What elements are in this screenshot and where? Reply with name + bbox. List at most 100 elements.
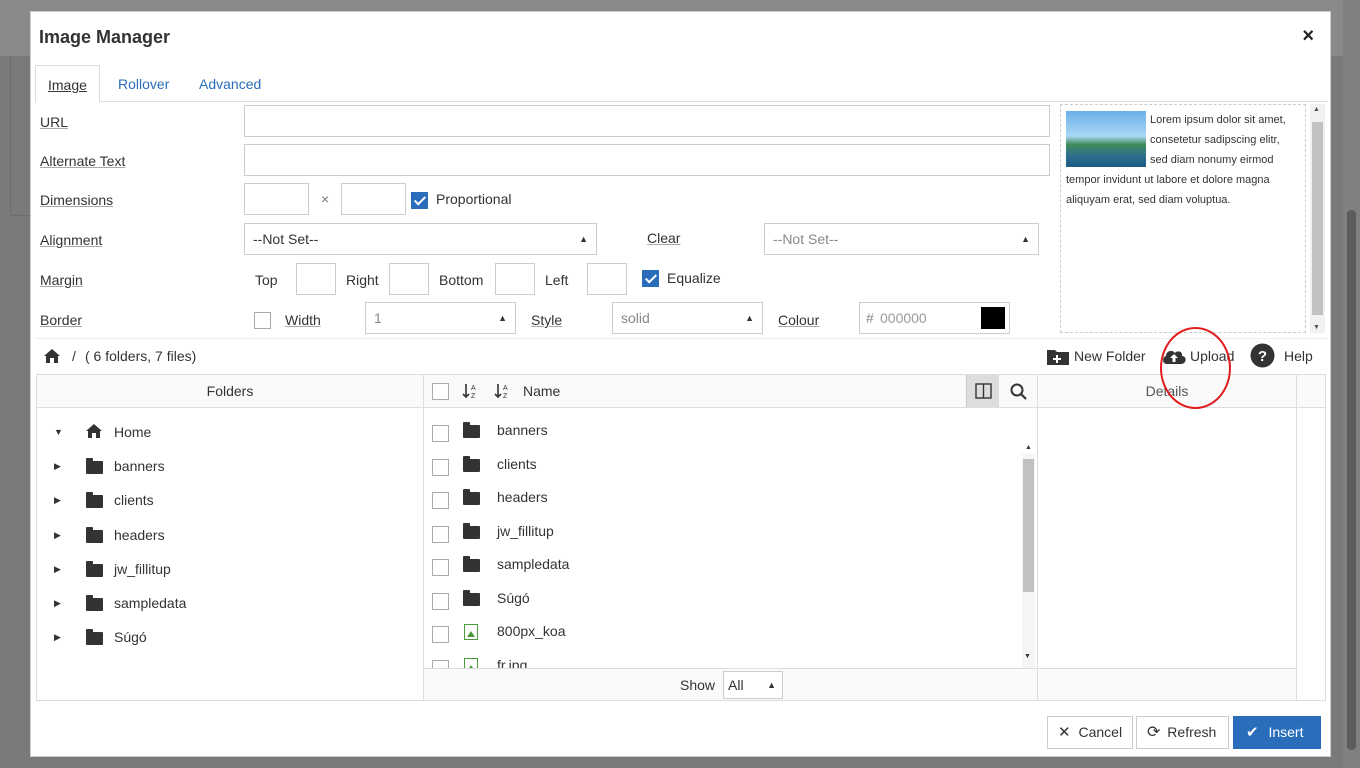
file-checkbox[interactable]: [432, 660, 449, 668]
clear-select[interactable]: --Not Set-- ▲: [764, 223, 1039, 255]
file-name: jw_fillitup: [497, 523, 554, 539]
toggle-details-button[interactable]: [966, 375, 999, 407]
file-list-scrollbar[interactable]: ▲: [1022, 444, 1035, 668]
border-style-select[interactable]: solid ▲: [612, 302, 763, 334]
file-checkbox[interactable]: [432, 626, 449, 643]
margin-label: Margin: [40, 272, 83, 288]
alignment-select[interactable]: --Not Set-- ▲: [244, 223, 597, 255]
border-colour-input[interactable]: # 000000: [859, 302, 1010, 334]
home-icon[interactable]: [43, 348, 61, 364]
image-file-icon: [464, 624, 478, 640]
page-scrollbar-thumb[interactable]: [1347, 210, 1356, 750]
margin-top-input[interactable]: [296, 263, 336, 295]
close-icon: ✕: [1058, 724, 1071, 741]
scroll-down-icon[interactable]: ▼: [1313, 324, 1320, 331]
tab-image[interactable]: Image: [35, 65, 100, 103]
border-style-label: Style: [531, 312, 563, 328]
border-style-value: solid: [621, 310, 650, 326]
cloud-upload-icon[interactable]: [1161, 346, 1187, 366]
svg-text:A: A: [471, 385, 476, 392]
file-name: 800px_koa: [497, 623, 566, 639]
file-list-scrollbar-thumb[interactable]: [1023, 459, 1034, 592]
scroll-up-icon[interactable]: ▲: [1313, 106, 1320, 113]
colour-placeholder: 000000: [880, 310, 927, 326]
folder-icon: [463, 523, 480, 539]
tab-rollover[interactable]: Rollover: [106, 65, 181, 102]
url-input[interactable]: [244, 105, 1050, 137]
close-icon[interactable]: ×: [1302, 26, 1314, 46]
alt-text-label: Alternate Text: [40, 153, 126, 169]
margin-bottom-input[interactable]: [495, 263, 535, 295]
file-checkbox[interactable]: [432, 459, 449, 476]
equalize-label: Equalize: [667, 270, 721, 286]
select-all-checkbox[interactable]: [432, 383, 449, 400]
border-width-select[interactable]: 1 ▲: [365, 302, 516, 334]
clear-value: --Not Set--: [773, 231, 839, 247]
details-header: Details: [1038, 375, 1296, 408]
folder-icon: [463, 556, 480, 572]
search-icon[interactable]: [1010, 383, 1027, 400]
refresh-button[interactable]: ⟳ Refresh: [1136, 716, 1229, 749]
sort-az-icon[interactable]: A Z: [462, 382, 480, 400]
select-arrows-icon: ▲: [1021, 234, 1030, 244]
folder-icon: [463, 456, 480, 472]
preview-scrollbar-thumb[interactable]: [1312, 122, 1323, 315]
svg-text:?: ?: [1258, 348, 1267, 365]
colour-swatch[interactable]: [981, 307, 1005, 329]
file-checkbox[interactable]: [432, 492, 449, 509]
list-item[interactable]: headers: [425, 480, 1023, 514]
preview-scrollbar[interactable]: ▲ ▼: [1310, 104, 1325, 333]
cancel-button[interactable]: ✕ Cancel: [1047, 716, 1133, 749]
file-name: headers: [497, 489, 548, 505]
sort-za-icon[interactable]: A Z: [494, 382, 512, 400]
list-item[interactable]: jw_fillitup: [425, 514, 1023, 548]
folder-summary: ( 6 folders, 7 files): [85, 348, 197, 364]
file-manager: Folders A Z A Z Name Details ▼ Home ▶ ba…: [36, 374, 1326, 701]
help-icon[interactable]: ?: [1250, 343, 1275, 368]
border-checkbox[interactable]: [254, 312, 271, 329]
file-list: banners clients headers jw_fillitup samp: [37, 409, 1037, 668]
scroll-down-icon[interactable]: ▼: [1024, 653, 1031, 660]
name-column-header[interactable]: Name: [523, 375, 560, 407]
pane-divider: [1296, 375, 1297, 700]
file-list-footer: Show All ▲: [424, 668, 1037, 700]
width-input[interactable]: [244, 183, 309, 215]
insert-button[interactable]: ✔ Insert: [1233, 716, 1321, 749]
image-preview: Lorem ipsum dolor sit amet, consetetur s…: [1060, 104, 1306, 333]
margin-right-input[interactable]: [389, 263, 429, 295]
new-folder-button[interactable]: New Folder: [1074, 348, 1146, 364]
border-width-label: Width: [285, 312, 321, 328]
upload-button[interactable]: Upload: [1190, 348, 1234, 364]
scroll-up-icon[interactable]: ▲: [1025, 444, 1032, 451]
height-input[interactable]: [341, 183, 406, 215]
list-item[interactable]: clients: [425, 447, 1023, 481]
file-name: sampledata: [497, 556, 570, 572]
alt-text-input[interactable]: [244, 144, 1050, 176]
list-item[interactable]: sampledata: [425, 547, 1023, 581]
list-item[interactable]: banners: [425, 413, 1023, 447]
list-item[interactable]: fr.jpg: [425, 648, 1023, 668]
new-folder-icon[interactable]: [1046, 347, 1070, 366]
file-checkbox[interactable]: [432, 559, 449, 576]
proportional-checkbox[interactable]: [411, 192, 428, 209]
image-manager-dialog: Image Manager × Image Rollover Advanced …: [30, 11, 1331, 757]
tab-advanced[interactable]: Advanced: [187, 65, 273, 102]
folder-icon: [463, 422, 480, 438]
list-item[interactable]: Súgó: [425, 581, 1023, 615]
file-checkbox[interactable]: [432, 593, 449, 610]
show-select[interactable]: All ▲: [723, 671, 783, 699]
details-header-extra: [1297, 375, 1325, 408]
page-scrollbar[interactable]: [1343, 0, 1360, 768]
svg-text:Z: Z: [471, 393, 476, 400]
list-item[interactable]: 800px_koa: [425, 614, 1023, 648]
browser-toolbar: / ( 6 folders, 7 files) New Folder Uploa…: [35, 338, 1328, 374]
file-checkbox[interactable]: [432, 526, 449, 543]
select-arrows-icon: ▲: [767, 680, 776, 690]
margin-left-input[interactable]: [587, 263, 627, 295]
file-checkbox[interactable]: [432, 425, 449, 442]
image-file-icon: [464, 658, 478, 668]
folders-header: Folders: [37, 375, 423, 408]
folders-header-label: Folders: [206, 383, 254, 399]
help-button[interactable]: Help: [1284, 348, 1313, 364]
equalize-checkbox[interactable]: [642, 270, 659, 287]
